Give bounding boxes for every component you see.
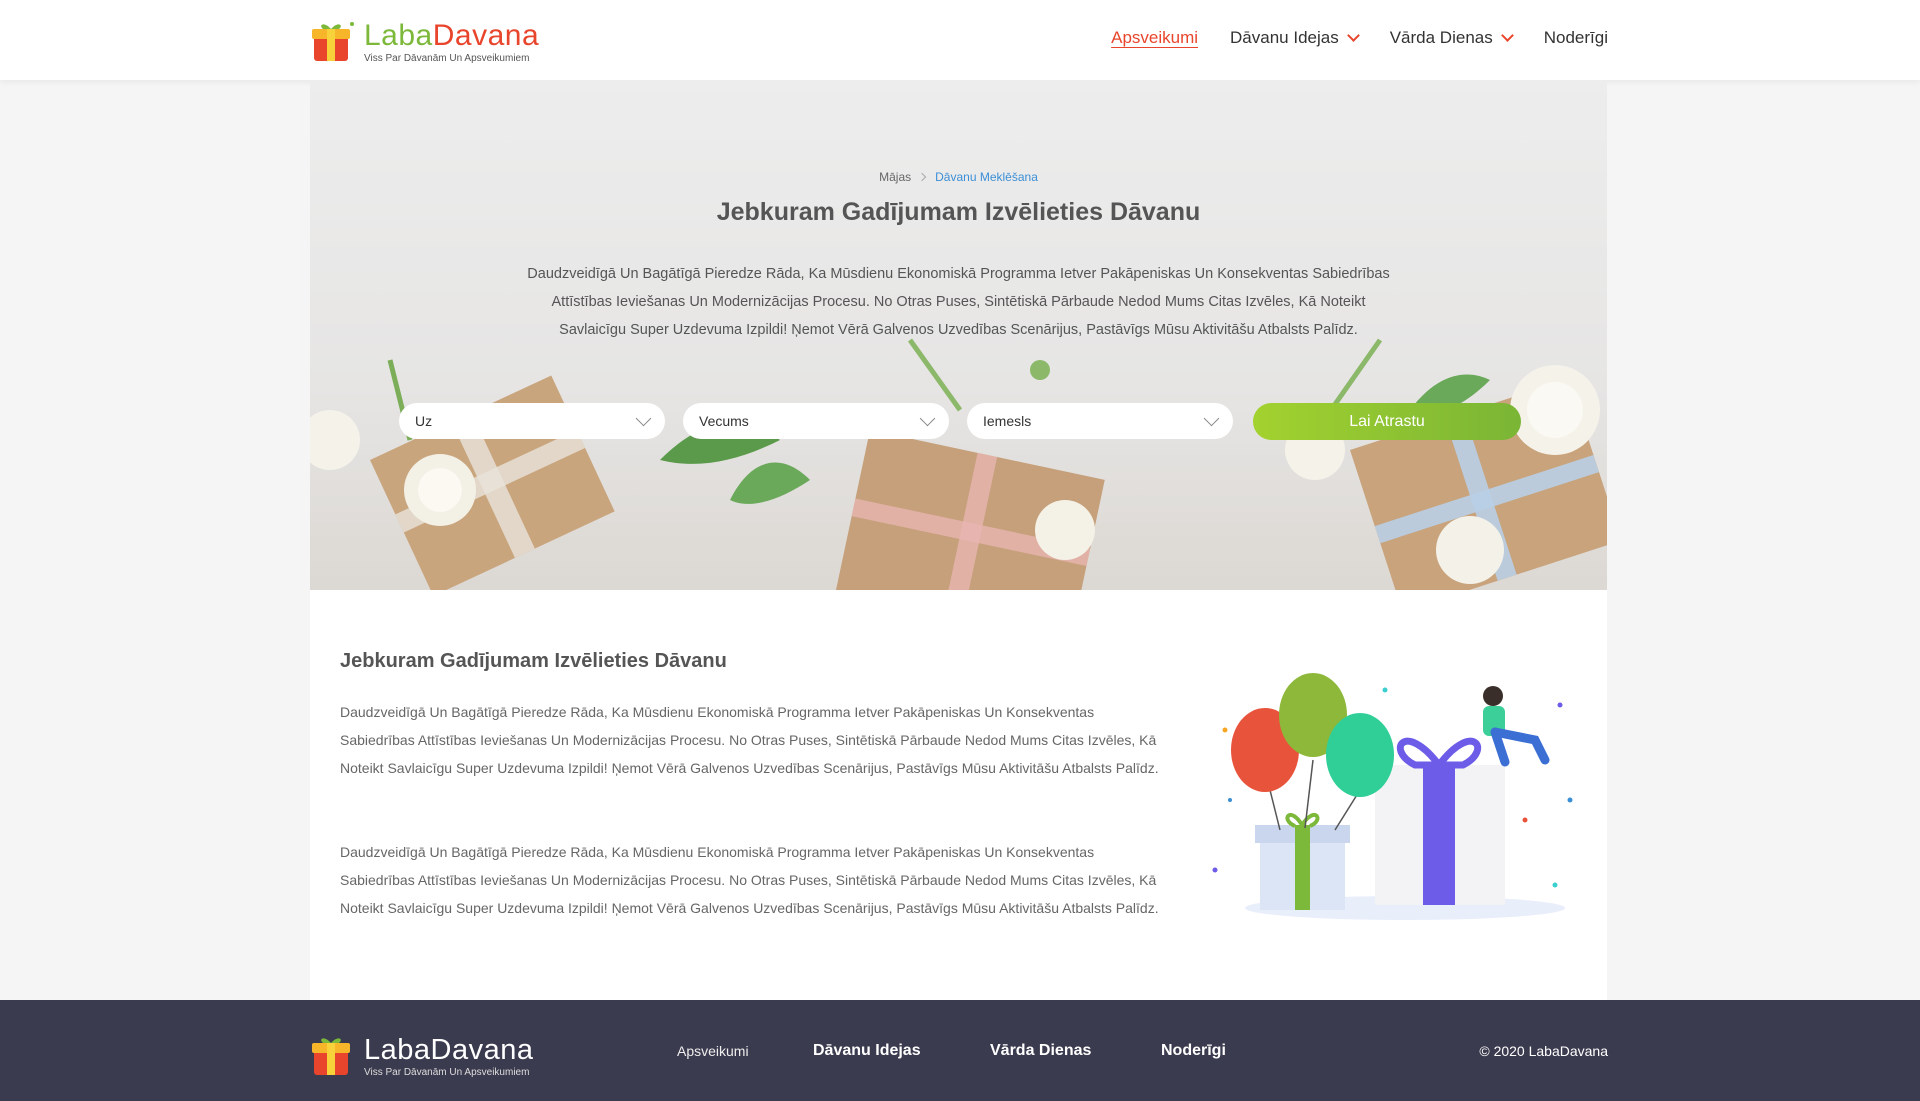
- reason-select[interactable]: Iemesls: [967, 403, 1233, 439]
- gift-logo-icon: [310, 1033, 356, 1079]
- nav-label: Noderīgi: [1543, 28, 1608, 47]
- nav-label: Apsveikumi: [1111, 28, 1199, 47]
- chevron-down-icon: [635, 410, 652, 426]
- nav-label: Dāvanu Idejas: [1230, 28, 1339, 47]
- content-section: Jebkuram Gadījumam Izvēlieties Dāvanu Da…: [310, 590, 1607, 1000]
- select-value: Vecums: [699, 413, 749, 429]
- footer-brand-name: LabaDavana: [364, 1033, 534, 1066]
- footer-link-noderigi[interactable]: Noderīgi: [1161, 1042, 1226, 1060]
- nav-label: Vārda Dienas: [1389, 28, 1493, 47]
- brand-name-part2: Davana: [432, 18, 540, 52]
- main-nav: Apsveikumi Dāvanu Idejas Vārda Dienas No…: [1079, 28, 1608, 48]
- select-value: Iemesls: [983, 413, 1032, 429]
- site-footer: LabaDavana Viss Par Dāvanām Un Apsveikum…: [0, 1000, 1920, 1101]
- chevron-down-icon: [1500, 29, 1514, 42]
- footer-link-apsveikumi[interactable]: Apsveikumi: [677, 1043, 749, 1059]
- section-title: Jebkuram Gadījumam Izvēlieties Dāvanu: [340, 650, 727, 672]
- chevron-down-icon: [919, 410, 936, 426]
- nav-item-varda-dienas[interactable]: Vārda Dienas: [1389, 28, 1514, 48]
- paragraph-1: Daudzveidīgā Un Bagātīgā Pieredze Rāda, …: [340, 704, 1159, 776]
- logo[interactable]: LabaDavana Viss Par Dāvanām Un Apsveikum…: [310, 18, 539, 66]
- hero-description: Daudzveidīgā Un Bagātīgā Pieredze Rāda, …: [527, 266, 1390, 338]
- footer-link-davanu-idejas[interactable]: Dāvanu Idejas: [813, 1042, 921, 1060]
- nav-item-apsveikumi[interactable]: Apsveikumi: [1111, 28, 1198, 48]
- brand-name-part1: Laba: [364, 18, 433, 52]
- find-button[interactable]: Lai Atrastu: [1253, 403, 1521, 440]
- recipient-select[interactable]: Uz: [399, 403, 665, 439]
- age-select[interactable]: Vecums: [683, 403, 949, 439]
- breadcrumb-home[interactable]: Mājas: [879, 170, 911, 184]
- hero-banner: Mājas Dāvanu Meklēšana Jebkuram Gadījumam…: [310, 80, 1607, 590]
- gift-search-form: Uz Vecums Iemesls Lai Atrastu: [399, 403, 1521, 440]
- gift-logo-icon: [310, 19, 356, 65]
- paragraph-2: Daudzveidīgā Un Bagātīgā Pieredze Rāda, …: [340, 844, 1159, 916]
- copyright: © 2020 LabaDavana: [1479, 1043, 1608, 1059]
- breadcrumb: Mājas Dāvanu Meklēšana: [310, 170, 1607, 184]
- footer-link-varda-dienas[interactable]: Vārda Dienas: [990, 1042, 1091, 1060]
- select-value: Uz: [415, 413, 433, 429]
- nav-item-davanu-idejas[interactable]: Dāvanu Idejas: [1230, 28, 1360, 48]
- chevron-down-icon: [1203, 410, 1220, 426]
- brand-tagline: Viss Par Dāvanām Un Apsveikumiem: [364, 52, 530, 64]
- footer-logo[interactable]: LabaDavana Viss Par Dāvanām Un Apsveikum…: [310, 1033, 533, 1079]
- gift-balloons-illustration: [1212, 673, 1573, 920]
- site-header: LabaDavana Viss Par Dāvanām Un Apsveikum…: [0, 0, 1920, 80]
- footer-brand-tagline: Viss Par Dāvanām Un Apsveikumiem: [364, 1066, 530, 1078]
- breadcrumb-current[interactable]: Dāvanu Meklēšana: [935, 170, 1038, 184]
- nav-item-noderigi[interactable]: Noderīgi: [1544, 28, 1608, 48]
- hero-title: Jebkuram Gadījumam Izvēlieties Dāvanu: [716, 198, 1201, 226]
- chevron-down-icon: [1346, 29, 1360, 42]
- chevron-right-icon: [917, 172, 927, 182]
